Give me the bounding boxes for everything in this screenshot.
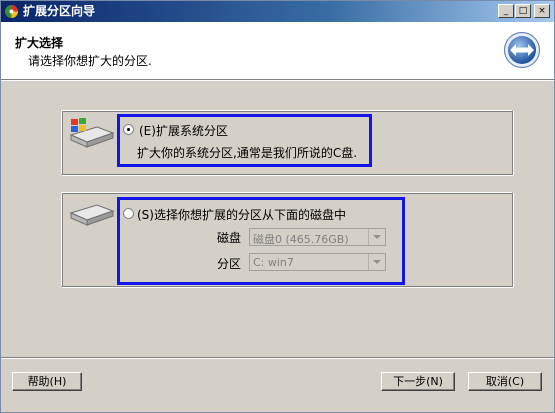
extend-arrows-icon — [503, 31, 541, 69]
system-drive-icon — [69, 118, 115, 148]
close-button[interactable]: × — [534, 4, 550, 18]
title-bar[interactable]: 扩展分区向导 _ □ × — [1, 1, 554, 22]
wizard-window: 扩展分区向导 _ □ × 扩大选择 请选择你想扩大的分区. (E)扩展系统分区 … — [0, 0, 555, 413]
hard-drive-icon — [69, 204, 115, 226]
window-title: 扩展分区向导 — [23, 4, 96, 18]
footer-divider — [1, 357, 554, 359]
help-button[interactable]: 帮助(H) — [12, 372, 82, 391]
page-title: 扩大选择 — [15, 36, 64, 50]
maximize-button[interactable]: □ — [515, 4, 531, 18]
app-icon — [5, 5, 18, 18]
cancel-button[interactable]: 取消(C) — [468, 372, 542, 391]
page-subtitle: 请选择你想扩大的分区. — [28, 54, 152, 68]
minimize-button[interactable]: _ — [498, 4, 514, 18]
highlight-box-option2 — [117, 197, 405, 285]
header-divider — [1, 79, 554, 81]
wizard-header: 扩大选择 请选择你想扩大的分区. — [1, 22, 554, 79]
next-button[interactable]: 下一步(N) — [381, 372, 455, 391]
highlight-box-option1 — [117, 114, 372, 167]
